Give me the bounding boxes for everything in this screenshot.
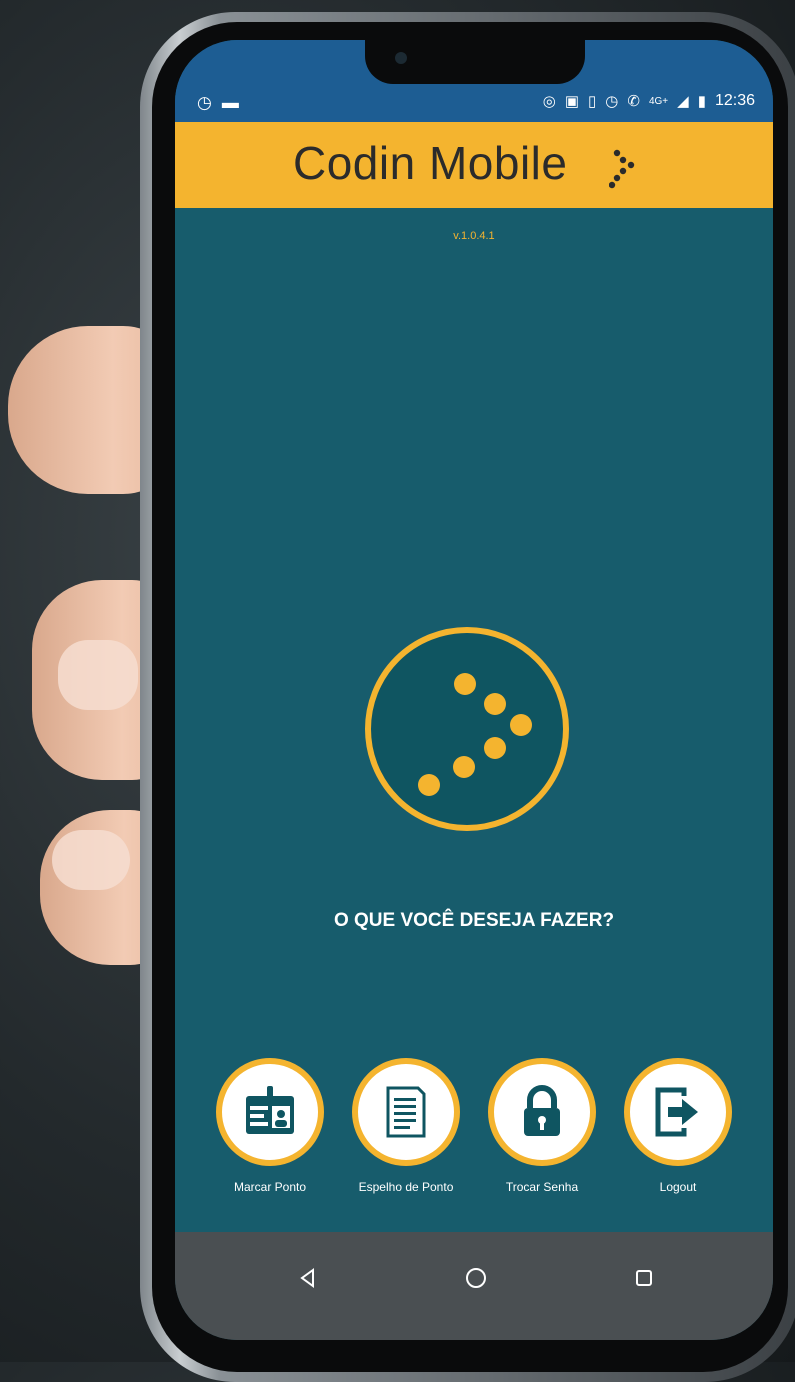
phone-screen: ◷ ▬ ◎ ▣ ▯ ◷ ✆ 4G+ ◢ ▮ 12:36 Codin Mobile… [175,40,773,1340]
logout-icon [655,1087,698,1137]
action-label: Espelho de Ponto [358,1180,454,1194]
app-bar: Codin Mobile [175,122,773,208]
image-icon: ▬ [221,93,239,112]
logout-button[interactable]: Logout [619,1058,737,1194]
status-time: 12:36 [714,92,755,109]
nfc-icon: ▣ [564,93,580,110]
document-icon [386,1086,426,1138]
action-circle[interactable] [352,1058,460,1166]
trocar-senha-button[interactable]: Trocar Senha [483,1058,601,1194]
recents-button[interactable] [619,1258,669,1298]
action-label: Logout [659,1180,697,1194]
navigation-bar [175,1232,773,1340]
status-right-icons: ◎ ▣ ▯ ◷ ✆ 4G+ ◢ ▮ 12:36 [543,92,755,110]
version-label: v.1.0.4.1 [453,230,495,242]
logo-dots-icon [418,673,532,796]
call-icon: ✆ [627,93,640,110]
finger-nail [58,640,138,710]
vibrate-icon: ▯ [588,93,597,110]
marcar-ponto-button[interactable]: Marcar Ponto [211,1058,329,1194]
back-icon [300,1268,314,1288]
action-circle[interactable] [216,1058,324,1166]
alarm-icon: ◷ [197,93,212,112]
hotspot-icon: ◎ [542,93,556,110]
logo-dots-icon [609,149,635,189]
action-label: Trocar Senha [505,1180,579,1194]
recents-icon [636,1270,652,1286]
back-button[interactable] [283,1258,333,1298]
status-left-icons: ◷ ▬ [197,93,239,113]
home-icon [466,1268,486,1288]
action-bar: Marcar Ponto Espelho de Ponto Trocar Sen… [211,1058,741,1208]
finger-nail [52,830,130,890]
battery-icon: ▮ [697,93,706,110]
home-button[interactable] [451,1258,501,1298]
action-circle[interactable] [488,1058,596,1166]
espelho-de-ponto-button[interactable]: Espelho de Ponto [347,1058,465,1194]
front-camera [395,52,407,64]
action-prompt: O QUE VOCÊ DESEJA FAZER? [333,910,615,931]
network-label: 4G+ [648,95,669,107]
alarm-icon: ◷ [605,93,619,110]
lock-icon [524,1085,560,1136]
action-label: Marcar Ponto [233,1180,307,1194]
codin-logo [365,627,569,831]
action-circle[interactable] [624,1058,732,1166]
id-card-icon [246,1086,294,1134]
signal-icon: ◢ [677,93,689,110]
app-title: Codin Mobile [293,137,568,189]
